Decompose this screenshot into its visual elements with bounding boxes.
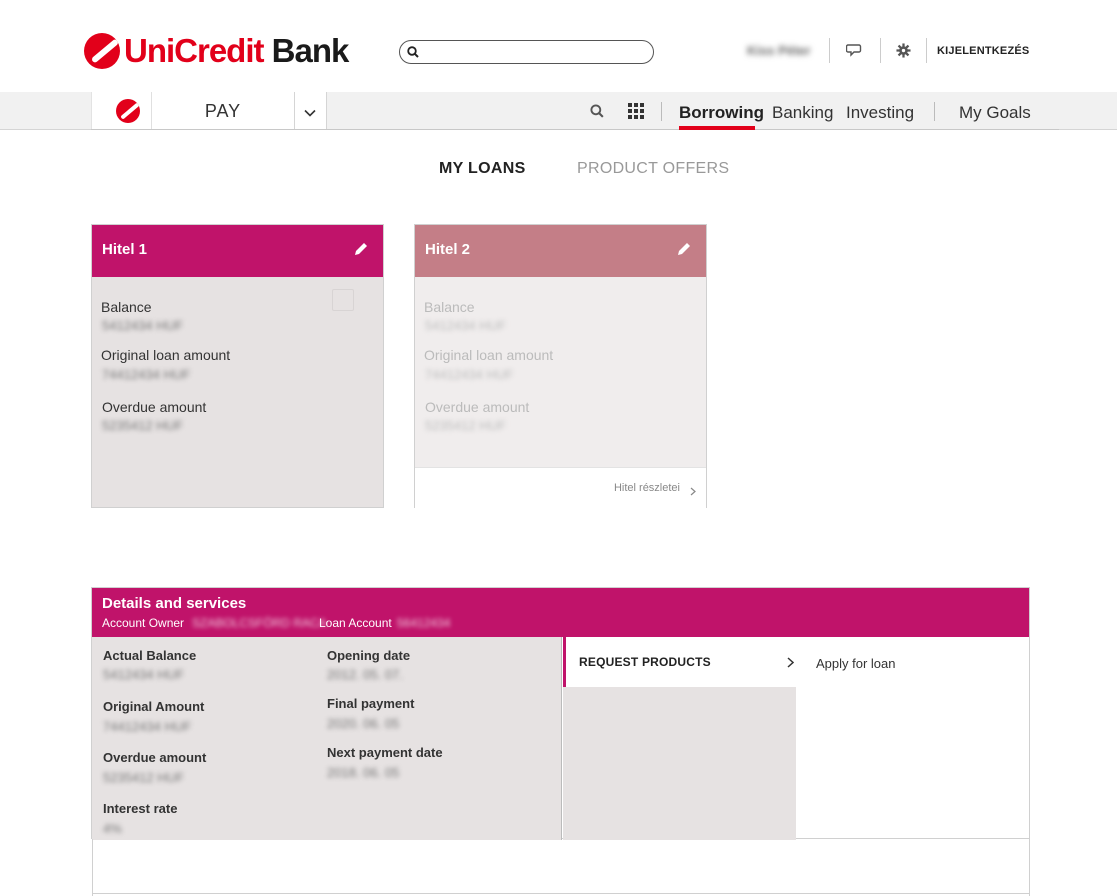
actual-balance-value: 5412434 HUF [103,667,184,682]
original-loan-label: Original loan amount [101,347,231,363]
loan-card-header: Hitel 2 [415,225,706,277]
loan-card-footer: Hitel részletei [415,467,706,508]
unicredit-small-logo-icon [116,99,140,123]
details-info: Actual Balance 5412434 HUF Original Amou… [92,637,562,840]
chat-icon[interactable] [846,42,862,58]
loan-account-label: Loan Account [319,616,392,630]
nav-divider [91,129,1059,130]
balance-value: 5412434 HUF [425,318,506,333]
loan-account-value: 56412434 [397,616,451,630]
loan-card-title: Hitel 1 [102,241,148,258]
nav-item-investing[interactable]: Investing [846,103,914,123]
account-owner-value: SZABOLCSFÖRD RACA [192,616,327,630]
request-products-label: REQUEST PRODUCTS [579,655,711,669]
opening-date-label: Opening date [327,648,411,663]
details-header: Details and services Account Owner SZABO… [92,588,1029,637]
loan-card[interactable]: Hitel 2 Balance 5412434 HUF Original loa… [414,224,707,508]
final-payment-label: Final payment [327,696,415,711]
request-products-tab[interactable]: REQUEST PRODUCTS [563,637,796,687]
original-loan-value: 74412434 HUF [425,367,514,382]
brand-suffix: Bank [263,32,350,69]
logo-text: UniCredit Bank [124,32,350,70]
opening-date-value: 2012. 05. 07. [327,667,403,682]
tab-my-loans[interactable]: MY LOANS [439,160,526,178]
original-loan-value: 74412434 HUF [102,367,191,382]
chevron-right-icon[interactable] [690,483,696,501]
logout-button[interactable]: KIJELENTKEZÉS [937,45,1029,57]
overdue-amount-value: 5235412 HUF [103,770,184,785]
next-payment-value: 2018. 06. 05 [327,765,400,780]
chevron-down-icon[interactable] [304,104,316,122]
active-nav-indicator [679,126,755,130]
apps-grid-icon[interactable] [628,103,644,119]
search-input[interactable] [424,41,644,61]
user-name[interactable]: Kiss Péter [747,43,811,58]
nav-item-my-goals[interactable]: My Goals [959,103,1031,123]
loan-details-link[interactable]: Hitel részletei [614,482,680,494]
gear-icon[interactable] [895,42,911,58]
interest-rate-label: Interest rate [103,801,178,816]
header-search[interactable] [399,40,654,64]
header: UniCredit Bank Kiss Péter KIJELENTKEZÉS [0,0,1117,92]
apply-for-loan-link[interactable]: Apply for loan [816,656,896,671]
details-and-services-panel: Details and services Account Owner SZABO… [91,587,1030,840]
balance-label: Balance [101,299,152,315]
divider [829,38,830,63]
divider [92,893,1030,894]
actual-balance-label: Actual Balance [103,648,197,663]
original-amount-value: 74412434 HUF [103,719,192,734]
chevron-right-icon [787,655,795,673]
overdue-value: 5235412 HUF [425,418,506,433]
interest-rate-value: 4% [103,821,122,836]
checkbox[interactable] [332,289,354,311]
loan-card-header: Hitel 1 [92,225,383,277]
lower-panel-frame [92,839,1030,896]
overdue-label: Overdue amount [102,399,207,415]
loan-card[interactable]: Hitel 1 Balance 5412434 HUF Original loa… [91,224,384,508]
next-payment-label: Next payment date [327,745,443,760]
original-amount-label: Original Amount [103,699,205,714]
divider [294,92,295,129]
services-menu-empty [563,687,796,840]
balance-label: Balance [424,299,475,315]
nav-item-banking[interactable]: Banking [772,103,833,123]
balance-value: 5412434 HUF [102,318,183,333]
unicredit-logo[interactable]: UniCredit Bank [84,32,350,70]
divider [880,38,881,63]
app-switcher-label: PAY [204,101,242,121]
brand-name: UniCredit [124,32,264,69]
nav-search-icon[interactable] [590,104,604,123]
divider [926,38,927,63]
overdue-value: 5235412 HUF [102,418,183,433]
loan-card-title: Hitel 2 [425,241,471,258]
tab-product-offers[interactable]: PRODUCT OFFERS [577,160,729,178]
divider [934,102,935,121]
overdue-label: Overdue amount [425,399,530,415]
divider [661,102,662,121]
account-owner-label: Account Owner [102,616,185,630]
overdue-amount-label: Overdue amount [103,750,207,765]
nav-item-borrowing[interactable]: Borrowing [679,103,764,123]
details-title: Details and services [102,595,247,612]
pencil-icon[interactable] [676,241,692,262]
search-icon [407,45,419,63]
pencil-icon[interactable] [353,241,369,262]
original-loan-label: Original loan amount [424,347,554,363]
final-payment-value: 2020. 06. 05 [327,716,400,731]
unicredit-logo-icon [84,33,120,69]
app-switcher[interactable]: PAY [91,92,327,129]
